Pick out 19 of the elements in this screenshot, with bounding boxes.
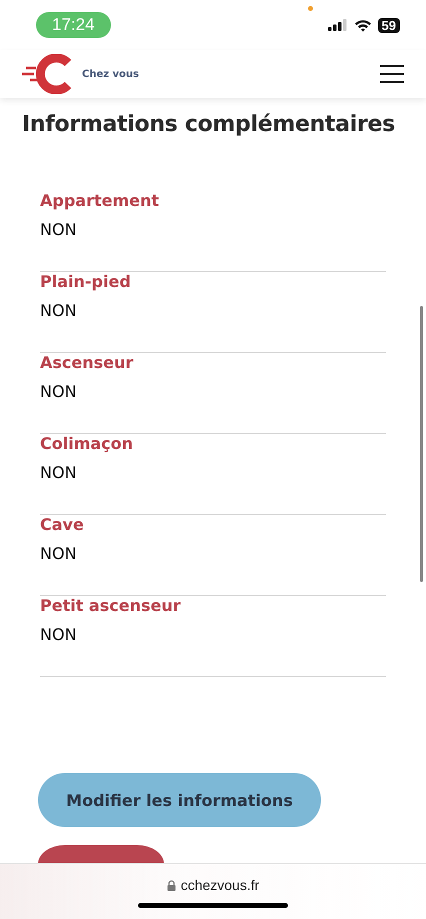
battery-level: 59 [378,18,400,32]
field-label: Cave [40,515,85,534]
field-value: NON [40,220,78,239]
field-value: NON [40,544,78,563]
section-title: Informations complémentaires [22,112,396,137]
field-value: NON [40,625,78,644]
status-time: 17:24 [36,12,111,38]
url-text: cchezvous.fr [180,877,260,893]
field-label: Appartement [40,191,160,210]
field-label: Ascenseur [40,353,134,372]
field-label: Colimaçon [40,434,134,453]
address-bar[interactable]: cchezvous.fr [0,863,426,919]
field-value: NON [40,301,78,320]
field-label: Plain-pied [40,272,132,291]
field-label: Petit ascenseur [40,596,182,615]
field-value: NON [40,463,78,482]
brand-name: Chez vous [82,68,140,80]
edit-button[interactable]: Modifier les informations [38,773,321,827]
field-value: NON [40,382,78,401]
